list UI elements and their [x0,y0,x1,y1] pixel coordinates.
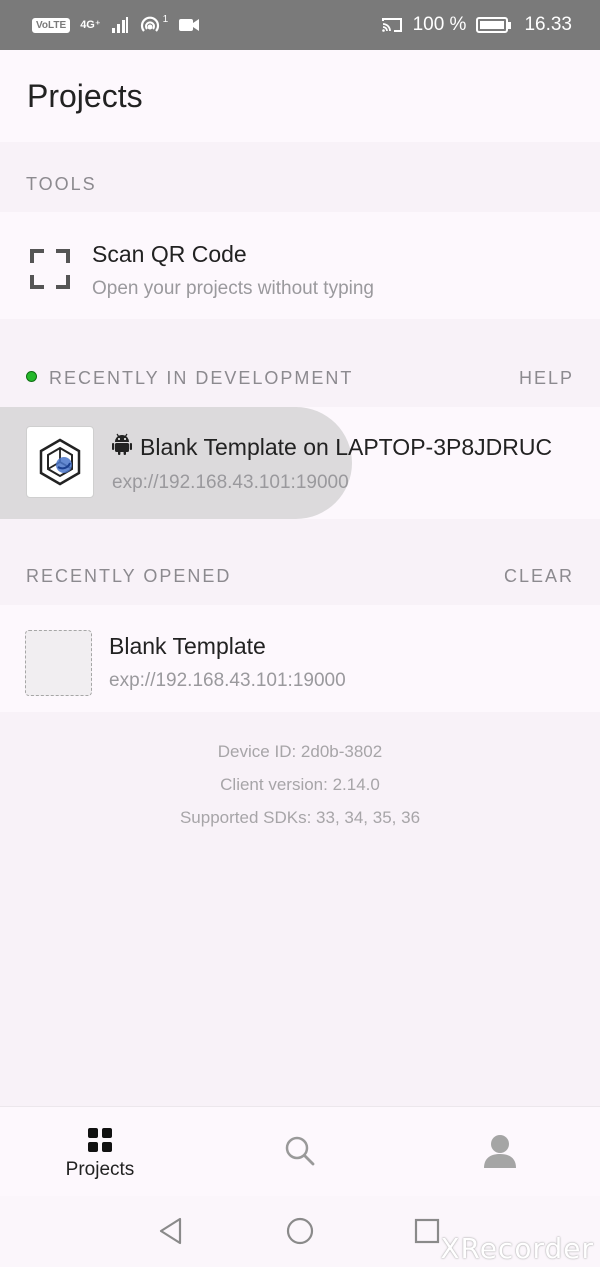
status-bar: VoLTE 4G⁺ 1 100 % 16.33 [0,0,600,50]
signal-icon [111,17,128,33]
expo-logo-icon [39,438,81,486]
dev-status-indicator [26,371,37,382]
grid-icon [88,1128,112,1152]
dev-project-url: exp://192.168.43.101:19000 [112,472,349,493]
home-icon[interactable] [286,1217,314,1245]
nav-projects-label: Projects [65,1159,135,1180]
clear-button[interactable]: CLEAR [504,566,574,587]
cast-icon [381,18,402,32]
android-icon [112,433,132,455]
volte-indicator: VoLTE [32,17,71,33]
recent-project-title: Blank Template [109,633,266,659]
recent-project-url: exp://192.168.43.101:19000 [109,670,346,691]
status-right: 100 % 16.33 [381,14,572,36]
scan-qr-icon [30,249,70,289]
device-id: Device ID: 2d0b-3802 [217,742,383,761]
scan-qr-subtitle: Open your projects without typing [92,278,374,299]
battery-icon [476,17,512,33]
bottom-nav: Projects [0,1106,600,1196]
search-icon [285,1136,315,1166]
nav-profile[interactable] [400,1107,600,1197]
scan-qr-row[interactable]: Scan QR Code Open your projects without … [0,212,600,319]
status-left: VoLTE 4G⁺ 1 [32,13,200,35]
system-nav-bar: XRecorder [0,1196,600,1267]
nav-projects[interactable]: Projects [0,1107,200,1197]
network-type: 4G⁺ [80,18,101,31]
battery-percent: 100 % [412,14,467,35]
recorder-watermark: XRecorder [440,1232,594,1265]
nav-search[interactable] [200,1107,400,1197]
page-title: Projects [27,77,143,114]
client-version: Client version: 2.14.0 [220,775,380,794]
tools-section-label: TOOLS [26,174,97,194]
recent-project-thumbnail [25,630,92,696]
dev-project-thumbnail [26,426,94,498]
profile-icon [484,1135,516,1168]
hotspot-icon [140,16,159,32]
dev-section-label: RECENTLY IN DEVELOPMENT [49,368,354,388]
recent-section-label: RECENTLY OPENED [26,566,232,586]
recents-icon[interactable] [414,1218,440,1244]
back-icon[interactable] [158,1217,184,1245]
dev-project-title: Blank Template on LAPTOP-3P8JDRUC [140,434,553,460]
help-button[interactable]: HELP [519,368,574,389]
hotspot-count: 1 [162,13,169,25]
clock: 16.33 [524,14,572,35]
app-header: Projects [0,50,600,142]
scan-qr-title: Scan QR Code [92,241,247,267]
supported-sdks: Supported SDKs: 33, 34, 35, 36 [179,808,421,827]
video-record-icon [179,19,200,31]
